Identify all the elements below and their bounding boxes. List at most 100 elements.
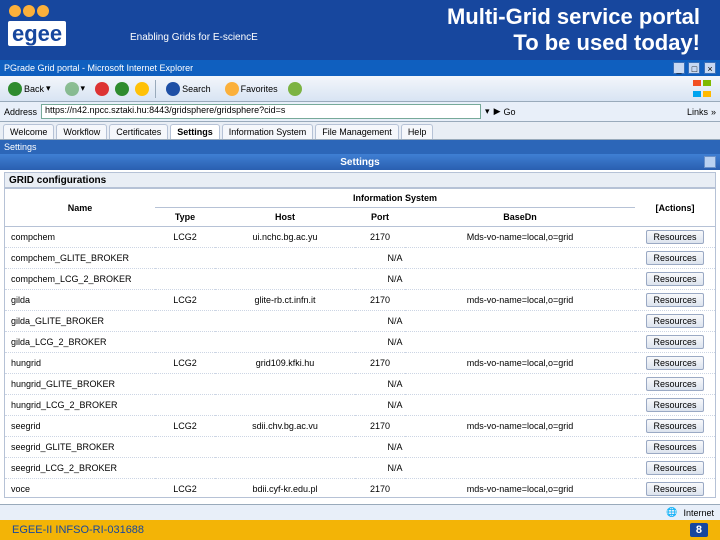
cell-name: voce xyxy=(5,479,155,499)
slide-footer: EGEE-II INFSO-RI-031688 8 xyxy=(0,520,720,540)
cell-name: seegrid xyxy=(5,416,155,437)
tab-welcome[interactable]: Welcome xyxy=(3,124,54,139)
refresh-button[interactable] xyxy=(115,82,129,96)
resources-button[interactable]: Resources xyxy=(646,419,703,433)
cell-name: seegrid_LCG_2_BROKER xyxy=(5,458,155,479)
home-button[interactable] xyxy=(135,82,149,96)
stop-button[interactable] xyxy=(95,82,109,96)
cell-port: 2170 xyxy=(355,479,405,499)
logo-text: egee xyxy=(8,21,66,46)
cell-host: ui.nchc.bg.ac.yu xyxy=(215,227,355,248)
tab-certificates[interactable]: Certificates xyxy=(109,124,168,139)
cell-basedn: mds-vo-name=local,o=grid xyxy=(405,479,635,499)
ie-status-bar: 🌐 Internet xyxy=(0,504,720,520)
cell-actions: Resources xyxy=(635,458,715,479)
table-row: gilda_GLITE_BROKERN/A Resources xyxy=(5,311,715,332)
cell-name: gilda xyxy=(5,290,155,311)
portlet-pin-icon[interactable] xyxy=(704,156,716,168)
forward-icon xyxy=(65,82,79,96)
col-host: Host xyxy=(215,208,355,227)
cell-basedn: mds-vo-name=local,o=grid xyxy=(405,290,635,311)
table-row: hungrid_GLITE_BROKERN/AResources xyxy=(5,374,715,395)
address-label: Address xyxy=(4,107,37,117)
close-button[interactable]: × xyxy=(704,62,716,74)
footer-left: EGEE-II INFSO-RI-031688 xyxy=(12,524,144,536)
cell-name: gilda_GLITE_BROKER xyxy=(5,311,155,332)
resources-button[interactable]: Resources xyxy=(646,230,703,244)
table-row: seegrid_LCG_2_BROKERN/AResources xyxy=(5,458,715,479)
grid-config-table: Name Information System [Actions] Type H… xyxy=(4,188,716,498)
resources-button[interactable]: Resources xyxy=(646,251,703,265)
settings-portlet-header: Settings xyxy=(0,154,720,170)
cell-actions: Resources xyxy=(635,395,715,416)
windows-flag-icon xyxy=(692,79,714,97)
cell-actions: Resources xyxy=(635,227,715,248)
cell-name: hungrid_LCG_2_BROKER xyxy=(5,395,155,416)
resources-button[interactable]: Resources xyxy=(646,482,703,496)
favorites-button[interactable]: Favorites xyxy=(221,81,282,97)
resources-button[interactable]: Resources xyxy=(646,356,703,370)
forward-button[interactable]: ▾ xyxy=(61,81,90,97)
tab-help[interactable]: Help xyxy=(401,124,434,139)
cell-type: LCG2 xyxy=(155,353,215,374)
cell-actions: Resources xyxy=(635,248,715,269)
cell-port: 2170 xyxy=(355,227,405,248)
maximize-button[interactable]: □ xyxy=(688,62,700,74)
cell-na: N/A xyxy=(155,374,635,395)
egee-logo: egee xyxy=(8,4,118,52)
internet-zone-label: Internet xyxy=(683,508,714,518)
tab-file-management[interactable]: File Management xyxy=(315,124,399,139)
resources-button[interactable]: Resources xyxy=(646,461,703,475)
resources-button[interactable]: Resources xyxy=(646,314,703,328)
cell-na: N/A xyxy=(155,311,635,332)
back-button[interactable]: Back ▾ xyxy=(4,81,55,97)
address-input[interactable]: https://n42.npcc.sztaki.hu:8443/gridsphe… xyxy=(41,104,481,119)
resources-button[interactable]: Resources xyxy=(646,440,703,454)
col-actions: [Actions] xyxy=(635,189,715,227)
settings-subtab[interactable]: Settings xyxy=(0,140,720,154)
links-button[interactable]: Links » xyxy=(687,107,716,117)
cell-na: N/A xyxy=(155,437,635,458)
page-number: 8 xyxy=(690,523,708,537)
cell-actions: Resources xyxy=(635,332,715,353)
address-bar: Address https://n42.npcc.sztaki.hu:8443/… xyxy=(0,102,720,122)
minimize-button[interactable]: _ xyxy=(673,62,685,74)
slide-header: egee Enabling Grids for E-sciencE Multi-… xyxy=(0,0,720,60)
ie-window-titlebar: PGrade Grid portal - Microsoft Internet … xyxy=(0,60,720,76)
table-row: compchem_LCG_2_BROKERN/AResources xyxy=(5,269,715,290)
col-name: Name xyxy=(5,189,155,227)
grid-config-title: GRID configurations xyxy=(4,172,716,188)
cell-name: hungrid xyxy=(5,353,155,374)
cell-name: seegrid_GLITE_BROKER xyxy=(5,437,155,458)
slide-title: Multi-Grid service portalTo be used toda… xyxy=(447,4,700,57)
col-info: Information System xyxy=(155,189,635,208)
table-row: gilda_LCG_2_BROKERN/AResources xyxy=(5,332,715,353)
tab-workflow[interactable]: Workflow xyxy=(56,124,107,139)
resources-button[interactable]: Resources xyxy=(646,335,703,349)
cell-basedn: Mds-vo-name=local,o=grid xyxy=(405,227,635,248)
resources-button[interactable]: Resources xyxy=(646,398,703,412)
cell-actions: Resources xyxy=(635,374,715,395)
cell-actions: Resources xyxy=(635,290,715,311)
resources-button[interactable]: Resources xyxy=(646,377,703,391)
ie-window-title: PGrade Grid portal - Microsoft Internet … xyxy=(4,63,193,73)
table-row: compchemLCG2ui.nchc.bg.ac.yu2170Mds-vo-n… xyxy=(5,227,715,248)
cell-host: grid109.kfki.hu xyxy=(215,353,355,374)
cell-name: compchem xyxy=(5,227,155,248)
table-row: voceLCG2bdii.cyf-kr.edu.pl2170mds-vo-nam… xyxy=(5,479,715,499)
table-row: gildaLCG2glite-rb.ct.infn.it2170mds-vo-n… xyxy=(5,290,715,311)
cell-basedn: mds-vo-name=local,o=grid xyxy=(405,416,635,437)
go-button[interactable]: ▶ Go xyxy=(494,106,516,117)
tab-information-system[interactable]: Information System xyxy=(222,124,314,139)
cell-actions: Resources xyxy=(635,269,715,290)
internet-zone-icon: 🌐 xyxy=(666,507,677,518)
tab-settings[interactable]: Settings xyxy=(170,124,220,139)
cell-host: bdii.cyf-kr.edu.pl xyxy=(215,479,355,499)
search-button[interactable]: Search xyxy=(162,81,215,97)
history-button[interactable] xyxy=(288,82,302,96)
resources-button[interactable]: Resources xyxy=(646,293,703,307)
cell-type: LCG2 xyxy=(155,416,215,437)
resources-button[interactable]: Resources xyxy=(646,272,703,286)
favorites-icon xyxy=(225,82,239,96)
back-icon xyxy=(8,82,22,96)
